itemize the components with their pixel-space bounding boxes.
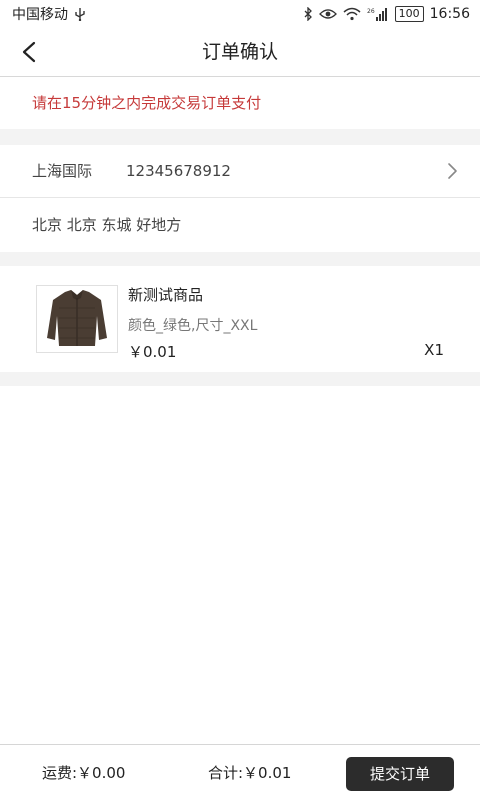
chevron-right-icon xyxy=(448,163,457,179)
battery-indicator: 100 xyxy=(394,6,424,22)
network-type-label: 26 xyxy=(367,8,375,15)
product-quantity: X1 xyxy=(424,341,444,359)
address-detail: 北京 北京 东城 好地方 xyxy=(32,216,182,234)
checkout-bar: 运费:￥0.00 合计:￥0.01 提交订单 xyxy=(0,744,480,801)
product-price: ￥0.01 xyxy=(128,343,177,361)
payment-notice: 请在15分钟之内完成交易订单支付 xyxy=(32,94,262,112)
back-button[interactable] xyxy=(14,36,46,68)
carrier-label: 中国移动 xyxy=(12,7,68,23)
order-total: 合计:￥0.01 xyxy=(208,764,292,782)
product-name: 新测试商品 xyxy=(128,286,204,304)
freight-fee: 运费:￥0.00 xyxy=(42,764,126,782)
recipient-name: 上海国际 xyxy=(32,162,93,180)
section-divider xyxy=(0,129,480,145)
bluetooth-icon xyxy=(303,6,313,22)
usb-icon xyxy=(74,6,86,22)
order-item[interactable]: 新测试商品 颜色_绿色,尺寸_XXL ￥0.01 X1 xyxy=(0,266,480,372)
section-divider xyxy=(0,252,480,266)
status-time: 16:56 xyxy=(429,6,470,22)
status-right: 26 100 16:56 xyxy=(303,6,480,22)
status-left: 中国移动 xyxy=(0,4,86,24)
section-divider xyxy=(0,372,480,386)
page-title: 订单确认 xyxy=(201,41,278,63)
signal-icon: 26 xyxy=(367,6,389,22)
eye-icon xyxy=(318,6,337,22)
address-contact-row[interactable]: 上海国际 12345678912 xyxy=(0,145,480,198)
wifi-icon xyxy=(343,6,361,22)
status-bar: 中国移动 26 100 16:56 xyxy=(0,0,480,28)
recipient-phone: 12345678912 xyxy=(126,162,231,180)
product-spec: 颜色_绿色,尺寸_XXL xyxy=(128,318,258,334)
navigation-bar: 订单确认 xyxy=(0,28,480,77)
submit-order-button[interactable]: 提交订单 xyxy=(346,757,454,791)
back-arrow-icon xyxy=(22,41,36,63)
product-thumbnail xyxy=(36,285,118,353)
jacket-image xyxy=(47,290,107,346)
